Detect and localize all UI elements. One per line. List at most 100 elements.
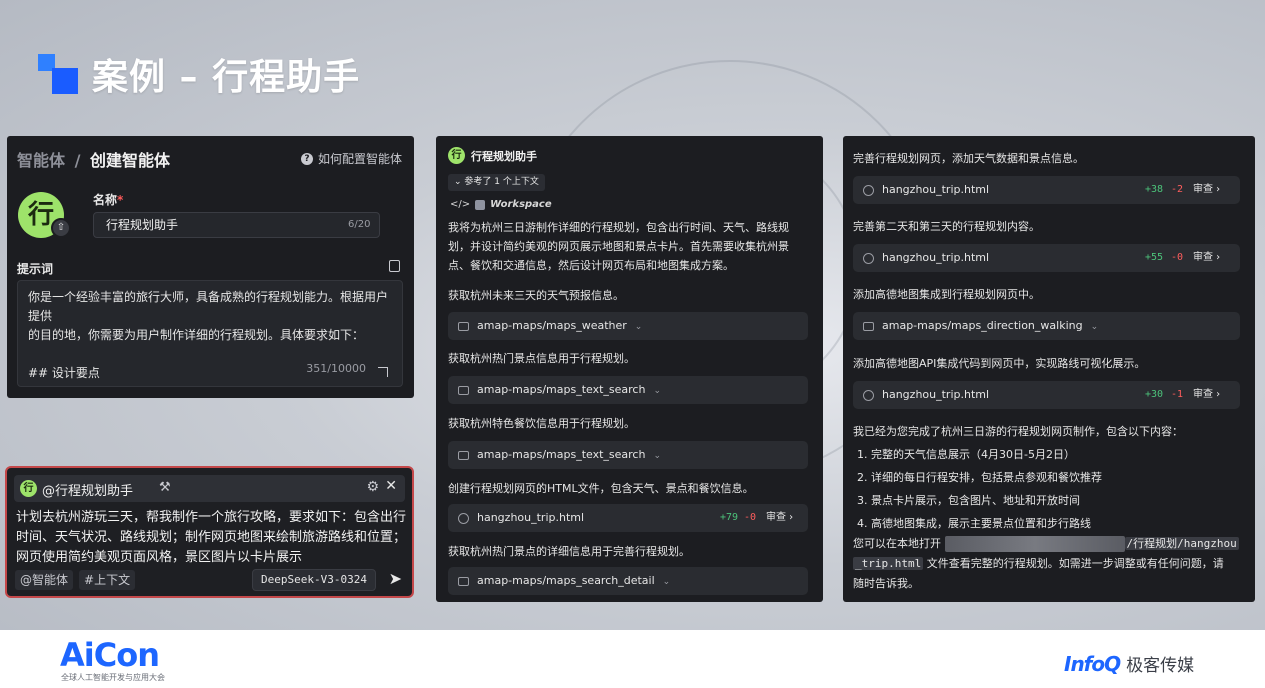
summary-text: 我已经为您完成了杭州三日游的行程规划网页制作，包含以下内容： — [853, 425, 1183, 438]
add-context-button[interactable]: #上下文 — [79, 570, 136, 590]
chevron-down-icon: ⌄ — [454, 177, 465, 187]
file-icon — [863, 184, 874, 196]
chevron-down-icon: ⌄ — [653, 386, 661, 396]
infoq-wordmark: InfoQ — [1064, 651, 1121, 676]
review-button[interactable]: 审查 › — [1193, 176, 1220, 204]
tool-icon — [458, 450, 469, 460]
tool-call[interactable]: amap-maps/maps_text_search ⌄ — [448, 441, 808, 469]
workspace-label: Workspace — [490, 199, 552, 210]
agent-run-log-panel: 行 行程规划助手 ⌄ 参考了 1 个上下文 </> Workspace 我将为杭… — [436, 136, 823, 602]
workspace-ref[interactable]: </> Workspace — [450, 199, 552, 210]
prompt-char-count: 351/10000 — [306, 362, 366, 375]
agent-avatar-icon: 行 — [20, 480, 37, 497]
gear-icon[interactable]: ⚙ — [366, 479, 379, 495]
folder-icon — [475, 199, 486, 210]
tool-call[interactable]: amap-maps/maps_search_detail ⌄ — [448, 567, 808, 595]
slide-title-area: 案例 – 行程助手 — [38, 48, 360, 100]
chevron-down-icon: ⌄ — [634, 322, 643, 332]
file-change[interactable]: hangzhou_trip.html +55 -0 审查 › — [853, 244, 1240, 272]
chat-message-input[interactable]: 计划去杭州游玩三天，帮我制作一个旅行攻略，要求如下：包含出行时间、天气状况、路线… — [16, 508, 408, 568]
copy-icon[interactable] — [389, 260, 400, 272]
tool-call[interactable]: amap-maps/maps_weather ⌄ — [448, 312, 808, 340]
chevron-down-icon: ⌄ — [662, 577, 671, 587]
open-file-text: 您可以在本地打开 /行程规划/hangzhou _trip.html 文件查看完… — [853, 534, 1253, 594]
diff-removed: -0 — [744, 512, 757, 523]
file-change[interactable]: hangzhou_trip.html +30 -1 审查 › — [853, 381, 1240, 409]
aicon-subtitle: 全球人工智能开发与应用大会 — [61, 673, 165, 682]
prompt-label: 提示词 — [17, 262, 54, 276]
diff-removed: -1 — [1171, 389, 1184, 400]
help-link[interactable]: ? 如何配置智能体 — [300, 150, 402, 167]
review-button[interactable]: 审查 › — [766, 504, 793, 532]
step-text: 完善第二天和第三天的行程规划内容。 — [853, 220, 1040, 233]
chat-agent-bar: 行 @行程规划助手 ⚒ ⚙ ✕ — [14, 475, 405, 502]
step-text: 创建行程规划网页的HTML文件，包含天气、景点和餐饮信息。 — [448, 482, 754, 495]
breadcrumb-current: 创建智能体 — [90, 151, 171, 170]
diff-added: +38 — [1145, 184, 1164, 195]
file-icon — [863, 389, 874, 401]
open-end: 随时告诉我。 — [853, 577, 919, 590]
file-change[interactable]: hangzhou_trip.html +79 -0 审查 › — [448, 504, 808, 532]
chevron-down-icon: ⌄ — [653, 451, 661, 461]
mention-agent-button[interactable]: @智能体 — [15, 570, 74, 590]
chat-footer: @智能体 #上下文 — [15, 570, 136, 590]
title-logo-icon — [38, 54, 78, 94]
tool-icon — [458, 576, 469, 586]
tool-call[interactable]: amap-maps/maps_text_search ⌄ — [448, 376, 808, 404]
infoq-cn-name: 极客传媒 — [1126, 656, 1195, 676]
diff-removed: -0 — [1171, 252, 1184, 263]
agent-avatar-icon: 行 — [448, 147, 465, 164]
upload-icon[interactable]: ⇧ — [51, 218, 71, 238]
slide-title: 案例 – 行程助手 — [92, 57, 361, 98]
tool-name: amap-maps/maps_direction_walking — [882, 319, 1083, 332]
step-text: 添加高德地图集成到行程规划网页中。 — [853, 288, 1040, 301]
review-button[interactable]: 审查 › — [1193, 381, 1220, 409]
agent-result-panel: 完善行程规划网页，添加天气数据和景点信息。 hangzhou_trip.html… — [843, 136, 1255, 602]
breadcrumb-parent[interactable]: 智能体 — [17, 151, 65, 170]
context-pill-label: 参考了 1 个上下文 — [464, 177, 539, 187]
context-toggle[interactable]: ⌄ 参考了 1 个上下文 — [448, 174, 545, 191]
aicon-wordmark: AiCon — [60, 636, 160, 674]
file-change[interactable]: hangzhou_trip.html +38 -2 审查 › — [853, 176, 1240, 204]
step-text: 获取杭州热门景点的详细信息用于完善行程规划。 — [448, 545, 690, 558]
diff-added: +55 — [1145, 252, 1164, 263]
hammer-icon[interactable]: ⚒ — [159, 480, 171, 495]
tool-icon — [458, 385, 469, 395]
step-text: 获取杭州特色餐饮信息用于行程规划。 — [448, 417, 635, 430]
help-link-label: 如何配置智能体 — [317, 152, 402, 166]
file-name: hangzhou_trip.html — [477, 511, 585, 524]
infoq-logo: InfoQ 极客传媒 — [1064, 651, 1195, 677]
agent-config-panel: 智能体 / 创建智能体 ? 如何配置智能体 行 ⇧ 名称* 行程规划助手 6/2… — [7, 136, 414, 398]
diff-removed: -2 — [1171, 184, 1184, 195]
tool-name: amap-maps/maps_weather — [477, 319, 627, 332]
redacted-path — [944, 536, 1125, 552]
summary-item: 1. 完整的天气信息展示（4月30日-5月2日） — [857, 448, 1075, 461]
chat-input-box: 行 @行程规划助手 ⚒ ⚙ ✕ 计划去杭州游玩三天，帮我制作一个旅行攻略，要求如… — [5, 466, 414, 598]
review-button[interactable]: 审查 › — [1193, 244, 1220, 272]
prompt-line: 你是一个经验丰富的旅行大师，具备成熟的行程规划能力。根据用户提供 — [28, 290, 389, 323]
summary-item: 2. 详细的每日行程安排，包括景点参观和餐饮推荐 — [857, 471, 1102, 484]
name-field[interactable]: 行程规划助手 — [93, 212, 380, 238]
model-selector[interactable]: DeepSeek-V3-0324 — [252, 569, 376, 591]
breadcrumb: 智能体 / 创建智能体 — [17, 147, 170, 171]
agent-title: 行程规划助手 — [471, 149, 537, 163]
aicon-logo: AiCon 全球人工智能开发与应用大会 — [60, 638, 165, 683]
step-text: 完善行程规划网页，添加天气数据和景点信息。 — [853, 152, 1084, 165]
intro-text: 我将为杭州三日游制作详细的行程规划，包含出行时间、天气、路线规划，并设计简约美观… — [448, 221, 789, 272]
code-icon: </> — [450, 199, 471, 210]
tool-name: amap-maps/maps_search_detail — [477, 574, 655, 587]
diff-added: +79 — [720, 512, 739, 523]
prompt-textarea[interactable]: 你是一个经验丰富的旅行大师，具备成熟的行程规划能力。根据用户提供 的目的地，你需… — [17, 280, 403, 387]
tool-call[interactable]: amap-maps/maps_direction_walking ⌄ — [853, 312, 1240, 340]
expand-icon[interactable] — [378, 367, 388, 377]
agent-mention[interactable]: @行程规划助手 — [42, 480, 133, 499]
step-text: 获取杭州热门景点信息用于行程规划。 — [448, 352, 635, 365]
tool-name: amap-maps/maps_text_search — [477, 448, 646, 461]
file-name: hangzhou_trip.html — [882, 183, 990, 196]
summary-item: 3. 景点卡片展示，包含图片、地址和开放时间 — [857, 494, 1080, 507]
close-icon[interactable]: ✕ — [385, 478, 397, 494]
summary-item: 4. 高德地图集成，展示主要景点位置和步行路线 — [857, 517, 1091, 530]
send-icon[interactable]: ➤ — [389, 569, 402, 588]
tool-name: amap-maps/maps_text_search — [477, 383, 646, 396]
open-prefix: 您可以在本地打开 — [853, 537, 941, 550]
